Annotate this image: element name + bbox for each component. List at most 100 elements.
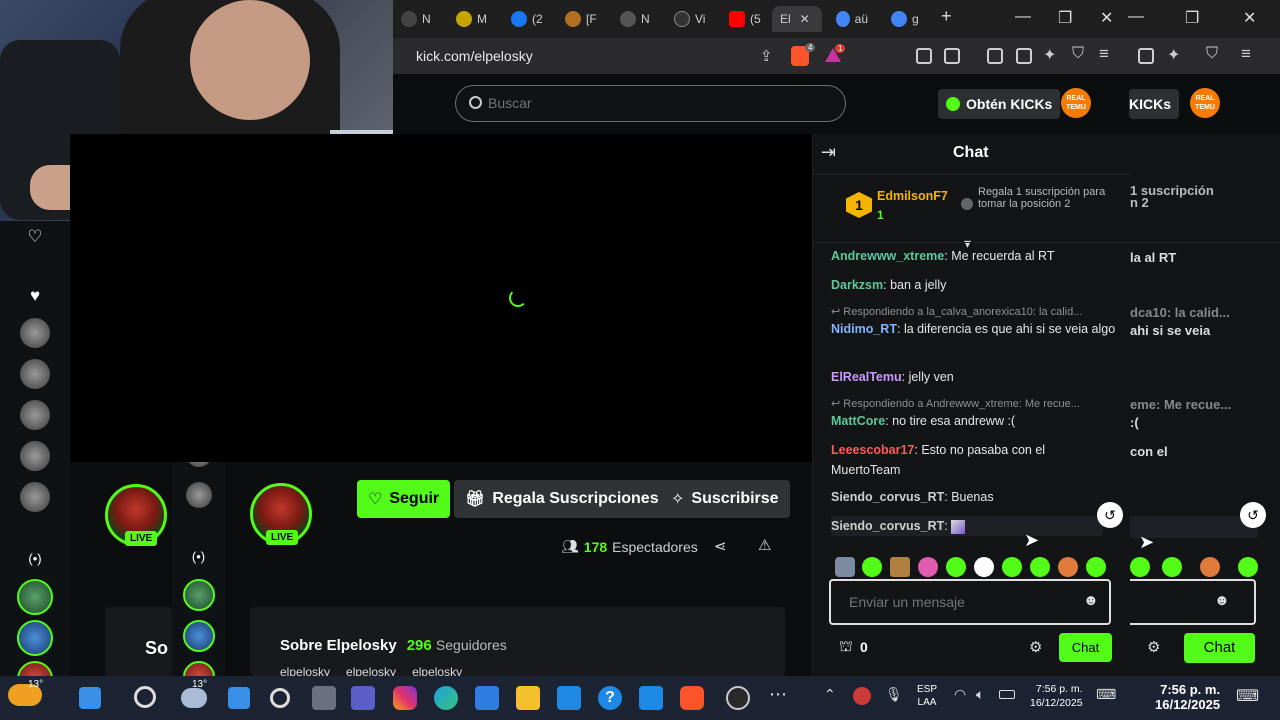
maximize-icon[interactable]: ❐ [1185, 8, 1199, 28]
user-avatar[interactable]: REAL TEMU [1061, 88, 1091, 118]
gift-prompt[interactable]: Regala 1 suscripción para tomar la posic… [978, 186, 1108, 210]
browser-tab[interactable]: M [448, 6, 488, 32]
vpn-icon[interactable]: ⛉ [1072, 45, 1084, 63]
sidebar-item-icon[interactable] [20, 482, 50, 512]
send-chat-button[interactable]: Chat [1184, 633, 1255, 663]
emote-icon[interactable] [1130, 557, 1150, 577]
notifications-icon[interactable]: ⌨ [1096, 686, 1116, 703]
emote-icon[interactable] [890, 557, 910, 577]
close-window-icon[interactable]: ✕ [1100, 8, 1113, 28]
notifications-icon[interactable]: ⌨ [1236, 686, 1259, 706]
emote-icon[interactable] [974, 557, 994, 577]
chat-message-input[interactable] [849, 594, 1069, 610]
sidebar-item-icon[interactable] [20, 359, 50, 389]
start-icon[interactable] [228, 687, 250, 709]
instagram-icon[interactable] [393, 686, 417, 710]
extensions-icon[interactable] [916, 48, 932, 64]
emote-icon[interactable] [1162, 557, 1182, 577]
task-view-icon[interactable] [312, 686, 336, 710]
obs-icon[interactable] [726, 686, 750, 710]
language-indicator[interactable]: ESP LAA [917, 683, 937, 709]
chat-input-box[interactable]: ☻ [1130, 579, 1256, 625]
menu-icon[interactable]: ≡ [1241, 44, 1251, 64]
subscribe-button[interactable]: ✧ Suscribirse [660, 480, 790, 518]
emote-icon[interactable] [946, 557, 966, 577]
close-window-icon[interactable]: ✕ [1243, 8, 1256, 28]
more-apps-icon[interactable]: ⋯ [769, 684, 787, 705]
url-field[interactable]: kick.com/elpelosky [416, 48, 533, 64]
volume-icon[interactable]: 🔈︎ [976, 686, 984, 703]
start-icon[interactable] [79, 687, 101, 709]
search-icon[interactable] [134, 686, 156, 708]
leo-ai-icon[interactable]: ✦ [1167, 45, 1180, 65]
youtube-link[interactable]: elpelosky [346, 665, 396, 676]
follow-button[interactable]: ♡ Seguir [357, 480, 451, 518]
wallet-icon[interactable] [1016, 48, 1032, 64]
help-icon[interactable]: ? [598, 686, 622, 710]
channel-points-icon[interactable]: ⛫ [839, 638, 853, 657]
reply-context[interactable]: ↩ Respondiendo a Andrewww_xtreme: Me rec… [831, 397, 1080, 410]
heart-icon[interactable]: ♥ [30, 286, 40, 306]
search-box[interactable] [455, 85, 846, 122]
leo-ai-icon[interactable]: ✦ [1043, 45, 1056, 65]
gift-subs-button[interactable]: 🎁︎ Regala Suscripciones [454, 480, 670, 518]
wallet-icon[interactable] [1138, 48, 1154, 64]
emote-icon[interactable] [862, 557, 882, 577]
close-tab-icon[interactable]: ✕ [800, 12, 810, 26]
sidebar-icon[interactable] [987, 48, 1003, 64]
browser-tab[interactable]: g [883, 6, 923, 32]
reply-context[interactable]: ↩ Respondiendo a la_calva_anorexica10: l… [831, 305, 1082, 318]
chat-settings-icon[interactable]: ⚙ [1029, 638, 1042, 656]
emote-icon[interactable] [1058, 557, 1078, 577]
channel-avatar[interactable] [182, 620, 215, 652]
clock[interactable]: 7:56 p. m. 16/12/2025 [1030, 682, 1083, 710]
sidebar-item-icon[interactable] [20, 318, 50, 348]
emote-icon[interactable] [918, 557, 938, 577]
tiktok-link[interactable]: elpelosky [412, 665, 462, 676]
tray-chevron-icon[interactable]: ⌃ [824, 686, 836, 703]
minimize-icon[interactable]: — [1015, 8, 1031, 26]
browser-tab[interactable]: (2 [503, 6, 543, 32]
chat-username[interactable]: ElRealTemu [831, 370, 902, 384]
browser-tab[interactable]: Vi [666, 6, 706, 32]
store-icon[interactable] [475, 686, 499, 710]
emote-icon[interactable] [1002, 557, 1022, 577]
chat-settings-icon[interactable]: ⚙ [1147, 638, 1160, 656]
emoji-picker-icon[interactable]: ☻ [1083, 592, 1099, 609]
emote-icon[interactable] [1238, 557, 1258, 577]
file-explorer-icon[interactable] [516, 686, 540, 710]
maximize-icon[interactable]: ❐ [1058, 8, 1072, 28]
video-player[interactable] [70, 134, 812, 462]
report-icon[interactable]: ⚠ [758, 536, 771, 554]
share-icon[interactable]: ⇪ [760, 47, 773, 65]
channel-avatar[interactable] [17, 620, 53, 656]
browser-tab[interactable]: [F [557, 6, 597, 32]
live-broadcast-icon[interactable]: (•) [192, 549, 205, 564]
vpn-icon[interactable]: ⛉ [1206, 45, 1218, 63]
get-kicks-button[interactable]: KICKs [1129, 89, 1180, 119]
browser-tab[interactable]: N [393, 6, 433, 32]
sidebar-item-icon[interactable] [20, 400, 50, 430]
send-chat-button[interactable]: Chat [1059, 633, 1112, 662]
teams-icon[interactable] [351, 686, 375, 710]
search-icon[interactable] [270, 688, 290, 708]
emote-icon[interactable] [835, 557, 855, 577]
emote-icon[interactable] [1086, 557, 1106, 577]
search-input[interactable] [488, 95, 818, 111]
chat-username[interactable]: Siendo_corvus_RT [831, 490, 944, 504]
instagram-link[interactable]: elpelosky [280, 665, 330, 676]
chat-username[interactable]: Darkzsm [831, 278, 883, 292]
scroll-to-latest-icon[interactable]: ↺ [1240, 502, 1266, 528]
chat-username[interactable]: MattCore [831, 414, 885, 428]
brave-icon[interactable] [680, 686, 704, 710]
share-icon[interactable]: ⋖ [714, 537, 727, 555]
chat-input-box[interactable]: ☻ [829, 579, 1111, 625]
emote-icon[interactable] [1200, 557, 1220, 577]
tray-app-icon[interactable] [853, 687, 871, 705]
weather-icon[interactable] [181, 688, 207, 708]
microphone-icon[interactable]: 🎙︎ [885, 686, 903, 703]
channel-avatar[interactable] [17, 579, 53, 615]
menu-icon[interactable]: ≡ [1099, 44, 1109, 64]
chat-username[interactable]: Siendo_corvus_RT [831, 519, 944, 533]
clock[interactable]: 7:56 p. m. 16/12/2025 [1155, 682, 1220, 712]
